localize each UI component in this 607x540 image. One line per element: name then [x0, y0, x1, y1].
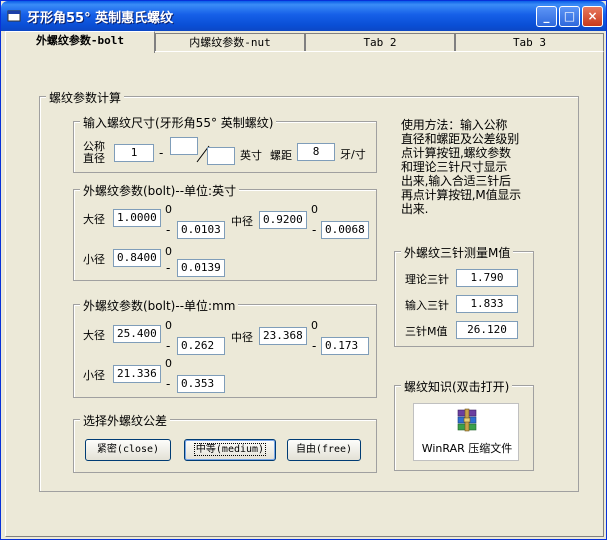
- mm-major-label: 大径: [83, 329, 105, 342]
- mm-minor-value: 21.336: [113, 365, 161, 383]
- mm-pitchdia-minus: -: [312, 339, 317, 353]
- mm-minor-lower: 0.353: [177, 375, 225, 393]
- medium-tolerance-label: 中等(medium): [193, 443, 267, 456]
- inch-pitchdia-lower: 0.0068: [321, 221, 369, 239]
- theory-wire-label: 理论三针: [405, 273, 449, 286]
- fraction-denominator-input[interactable]: [207, 147, 235, 165]
- mm-pitchdia-upper: 0: [311, 319, 318, 332]
- inch-pitchdia-value: 0.9200: [259, 211, 307, 229]
- tab-2[interactable]: Tab 2: [305, 33, 455, 52]
- help-line: 出来.: [401, 202, 429, 216]
- mm-pitchdia-lower: 0.173: [321, 337, 369, 355]
- nominal-diameter-input[interactable]: 1: [114, 144, 154, 162]
- inch-major-upper: 0: [165, 203, 172, 216]
- pitch-label: 螺距: [270, 149, 292, 162]
- input-wire-field[interactable]: 1.833: [456, 295, 518, 313]
- window-title: 牙形角55° 英制惠氏螺纹: [27, 11, 174, 26]
- app-icon: [7, 10, 21, 22]
- inch-minor-value: 0.8400: [113, 249, 161, 267]
- mm-pitchdia-value: 23.368: [259, 327, 307, 345]
- nominal-label-2: 直径: [83, 152, 105, 165]
- help-line: 使用方法：输入公称: [401, 118, 508, 132]
- help-line: 点计算按钮,螺纹参数: [401, 146, 511, 160]
- tab-nut[interactable]: 内螺纹参数-nut: [155, 33, 305, 52]
- inch-unit-label: 英寸: [240, 149, 262, 162]
- input-wire-label: 输入三针: [405, 299, 449, 312]
- winrar-file-label: WinRAR 压缩文件: [421, 442, 513, 455]
- mm-pitchdia-label: 中径: [231, 331, 253, 344]
- inch-minor-label: 小径: [83, 253, 105, 266]
- calc-group-title: 螺纹参数计算: [46, 89, 125, 106]
- inch-minor-upper: 0: [165, 245, 172, 258]
- theory-wire-value: 1.790: [456, 269, 518, 287]
- mm-minor-label: 小径: [83, 369, 105, 382]
- medium-tolerance-button[interactable]: 中等(medium): [184, 439, 276, 461]
- mm-major-minus: -: [166, 339, 171, 353]
- inch-major-label: 大径: [83, 213, 105, 226]
- pitch-input[interactable]: 8: [297, 143, 335, 161]
- inch-pitchdia-minus: -: [312, 223, 317, 237]
- tab-strip: 外螺纹参数-bolt 内螺纹参数-nut Tab 2 Tab 3: [5, 31, 604, 53]
- mm-params-title: 外螺纹参数(bolt)--单位:mm: [80, 297, 239, 314]
- inch-pitchdia-label: 中径: [231, 215, 253, 228]
- tab-3[interactable]: Tab 3: [455, 33, 604, 52]
- m-value-label: 三针M值: [405, 325, 448, 338]
- inch-pitchdia-upper: 0: [311, 203, 318, 216]
- help-line: 出来,输入合适三针后: [401, 174, 511, 188]
- inch-major-minus: -: [166, 223, 171, 237]
- maximize-button[interactable]: □: [559, 6, 580, 27]
- mm-major-upper: 0: [165, 319, 172, 332]
- tolerance-group-title: 选择外螺纹公差: [80, 412, 171, 429]
- mm-minor-upper: 0: [165, 357, 172, 370]
- fraction-numerator-input[interactable]: [170, 137, 198, 155]
- minimize-button[interactable]: _: [536, 6, 557, 27]
- mm-minor-minus: -: [166, 377, 171, 391]
- three-wire-title: 外螺纹三针测量M值: [401, 244, 514, 261]
- app-window: 牙形角55° 英制惠氏螺纹 _ □ × 外螺纹参数-bolt 内螺纹参数-nut…: [0, 0, 607, 540]
- winrar-archive-icon: [457, 408, 477, 432]
- input-group-title: 输入螺纹尺寸(牙形角55° 英制螺纹): [80, 114, 277, 131]
- fraction-separator: -: [159, 146, 164, 160]
- free-tolerance-button[interactable]: 自由(free): [287, 439, 361, 461]
- tab-bolt[interactable]: 外螺纹参数-bolt: [5, 31, 155, 53]
- mm-major-lower: 0.262: [177, 337, 225, 355]
- inch-params-title: 外螺纹参数(bolt)--单位:英寸: [80, 182, 240, 199]
- close-button[interactable]: ×: [582, 6, 603, 27]
- help-line: 和理论三针尺寸显示: [401, 160, 508, 174]
- inch-minor-minus: -: [166, 261, 171, 275]
- title-bar[interactable]: 牙形角55° 英制惠氏螺纹 _ □ ×: [1, 1, 606, 31]
- winrar-file-tile[interactable]: WinRAR 压缩文件: [413, 403, 519, 461]
- close-tolerance-button[interactable]: 紧密(close): [85, 439, 171, 461]
- pitch-unit-label: 牙/寸: [340, 148, 366, 161]
- inch-major-lower: 0.0103: [177, 221, 225, 239]
- inch-major-value: 1.0000: [113, 209, 161, 227]
- knowledge-title: 螺纹知识(双击打开): [401, 378, 513, 395]
- mm-major-value: 25.400: [113, 325, 161, 343]
- help-line: 直径和螺距及公差级别: [401, 132, 520, 146]
- inch-minor-lower: 0.0139: [177, 259, 225, 277]
- help-line: 再点计算按钮,M值显示: [401, 188, 521, 202]
- m-value-field: 26.120: [456, 321, 518, 339]
- help-text: 使用方法：输入公称 直径和螺距及公差级别 点计算按钮,螺纹参数 和理论三针尺寸显…: [401, 118, 521, 216]
